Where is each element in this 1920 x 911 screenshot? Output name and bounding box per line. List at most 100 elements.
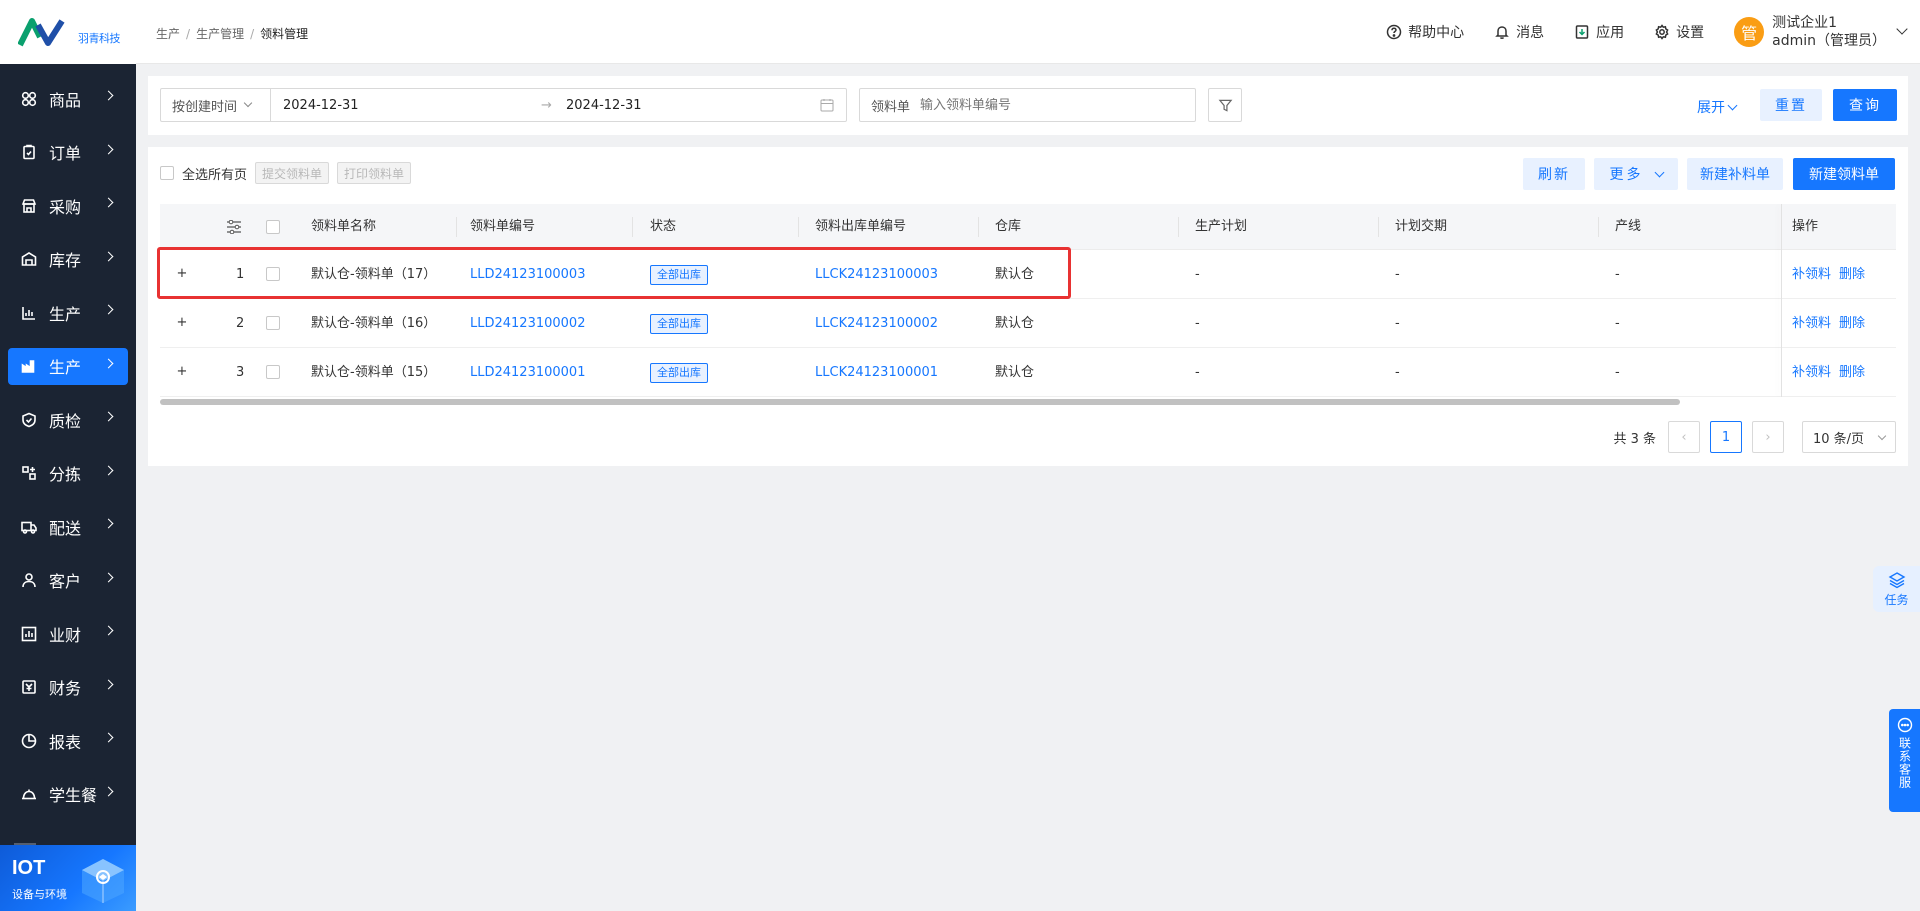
next-page-button[interactable]: › (1752, 421, 1784, 453)
page-number[interactable]: 1 (1710, 421, 1742, 453)
header-actions: 帮助中心 消息 应用 设置 管 测试企业1 admin（管理员） (1386, 0, 1920, 64)
help-center-link[interactable]: 帮助中心 (1386, 22, 1464, 42)
supplement-link[interactable]: 补领料 (1792, 267, 1831, 282)
requisition-code-link[interactable]: LLD24123100003 (470, 250, 585, 299)
settings-link[interactable]: 设置 (1654, 22, 1704, 42)
scrollbar-thumb[interactable] (160, 399, 1680, 405)
outbound-code-link[interactable]: LLCK24123100002 (815, 299, 938, 348)
expand-label: 展开 (1697, 100, 1725, 116)
row-checkbox[interactable] (266, 316, 280, 330)
chevron-right-icon (103, 679, 114, 689)
new-requisition-button[interactable]: 新建领料单 (1793, 158, 1895, 190)
sidebar-item-goods[interactable]: 商品 (8, 80, 128, 117)
sidebar-item-student-meal[interactable]: 学生餐 (8, 776, 128, 813)
task-float-button[interactable]: 任务 (1873, 566, 1920, 612)
task-label: 任务 (1884, 592, 1909, 607)
page-size-select[interactable]: 10 条/页 (1802, 421, 1896, 453)
production-line-cell: - (1615, 267, 1620, 282)
delete-link[interactable]: 删除 (1839, 365, 1865, 380)
table-row[interactable]: + 2 默认仓-领料单（16） LLD24123100002 全部出库 LLCK… (160, 299, 1896, 348)
messages-link[interactable]: 消息 (1494, 22, 1544, 42)
date-end[interactable]: 2024-12-31 (566, 98, 642, 113)
new-supplement-button[interactable]: 新建补料单 (1687, 158, 1783, 190)
status-cell: 全部出库 (650, 348, 708, 397)
user-menu[interactable]: 管 测试企业1 admin（管理员） (1734, 14, 1908, 50)
refresh-button[interactable]: 刷新 (1523, 158, 1585, 190)
breadcrumb-item[interactable]: 生产 (156, 25, 180, 42)
bell-icon (1495, 26, 1509, 39)
expand-row-icon[interactable]: + (175, 365, 189, 379)
sidebar-item-label: 订单 (49, 144, 82, 163)
sidebar-item-label: 库存 (49, 251, 82, 270)
outbound-code-link[interactable]: LLCK24123100001 (815, 348, 938, 397)
iot-card[interactable]: IOT 设备与环境 (0, 845, 136, 911)
chevron-right-icon (103, 625, 114, 636)
header-checkbox[interactable] (266, 220, 280, 234)
print-requisition-button[interactable]: 打印领料单 (337, 162, 412, 184)
app-download-icon (1575, 25, 1589, 39)
sidebar-item-production[interactable]: 生产 (8, 294, 128, 331)
sidebar-item-quality[interactable]: 质检 (8, 401, 128, 438)
row-checkbox[interactable] (266, 267, 280, 281)
filter-icon (1218, 99, 1232, 112)
row-checkbox[interactable] (266, 365, 280, 379)
search-input[interactable] (920, 97, 1161, 113)
table-row[interactable]: + 1 默认仓-领料单（17） LLD24123100003 全部出库 LLCK… (160, 250, 1896, 299)
query-button[interactable]: 查询 (1833, 89, 1897, 121)
reset-button[interactable]: 重置 (1760, 89, 1822, 121)
sidebar-item-delivery[interactable]: 配送 (8, 508, 128, 545)
date-start[interactable]: 2024-12-31 (283, 98, 359, 113)
select-all-checkbox[interactable] (160, 166, 174, 180)
column-header: 状态 (650, 219, 677, 234)
requisition-search: 领料单 (859, 88, 1196, 122)
date-type-select[interactable]: 按创建时间 (160, 88, 270, 122)
status-badge: 全部出库 (650, 314, 708, 334)
expand-filters-link[interactable]: 展开 (1697, 97, 1738, 117)
sidebar-item-production-management[interactable]: 生产 (8, 347, 128, 385)
more-dropdown[interactable]: 更多 (1594, 158, 1678, 190)
breadcrumb-item[interactable]: 生产管理 (196, 25, 244, 42)
sidebar-item-finance[interactable]: 财务 (8, 669, 128, 706)
requisition-name: 默认仓-领料单（15） (311, 365, 437, 380)
sidebar-item-purchase[interactable]: 采购 (8, 187, 128, 224)
prev-page-button[interactable]: ‹ (1668, 421, 1700, 453)
chevron-left-icon: ‹ (1681, 429, 1687, 445)
breadcrumb-separator: / (186, 26, 191, 41)
delete-link[interactable]: 删除 (1839, 316, 1865, 331)
sidebar-item-reports[interactable]: 报表 (8, 722, 128, 759)
due-date-cell: - (1395, 267, 1400, 282)
customer-service-button[interactable]: 联系客服 (1889, 709, 1920, 812)
date-range-picker[interactable]: 2024-12-31 → 2024-12-31 (270, 88, 847, 122)
column-settings-icon[interactable] (226, 220, 242, 234)
sidebar-item-inventory[interactable]: 库存 (8, 241, 128, 278)
apps-link[interactable]: 应用 (1574, 22, 1624, 42)
sidebar-item-orders[interactable]: 订单 (8, 134, 128, 171)
column-header: 领料单名称 (311, 219, 377, 234)
expand-row-icon[interactable]: + (175, 316, 189, 330)
requisition-code-link[interactable]: LLD24123100002 (470, 299, 585, 348)
supplement-link[interactable]: 补领料 (1792, 316, 1831, 331)
outbound-code-link[interactable]: LLCK24123100003 (815, 250, 938, 299)
expand-row-icon[interactable]: + (175, 267, 189, 281)
sidebar-item-customers[interactable]: 客户 (8, 562, 128, 599)
horizontal-scrollbar[interactable] (160, 398, 1896, 406)
fixed-column-divider (1781, 204, 1782, 397)
actions-cell: 补领料 删除 (1792, 299, 1873, 348)
factory-icon (21, 358, 37, 374)
sidebar-item-label: 生产 (49, 304, 82, 324)
submit-requisition-button[interactable]: 提交领料单 (255, 162, 330, 184)
breadcrumb-current: 领料管理 (260, 27, 309, 41)
warehouse-cell: 默认仓 (995, 365, 1035, 380)
requisition-code-link[interactable]: LLD24123100001 (470, 348, 585, 397)
brand-logo[interactable]: 羽青科技 (0, 0, 136, 64)
logo-mark-icon (18, 17, 76, 47)
sidebar-item-sorting[interactable]: 分拣 (8, 455, 128, 492)
delete-link[interactable]: 删除 (1839, 267, 1865, 282)
sidebar-item-business-finance[interactable]: 业财 (8, 615, 128, 652)
iot-cube-icon (82, 859, 124, 903)
supplement-link[interactable]: 补领料 (1792, 365, 1831, 380)
table-row[interactable]: + 3 默认仓-领料单（15） LLD24123100001 全部出库 LLCK… (160, 348, 1896, 397)
row-index: 3 (236, 365, 245, 380)
advanced-filter-button[interactable] (1208, 88, 1242, 122)
customer-service-label: 联系客服 (1897, 737, 1912, 789)
